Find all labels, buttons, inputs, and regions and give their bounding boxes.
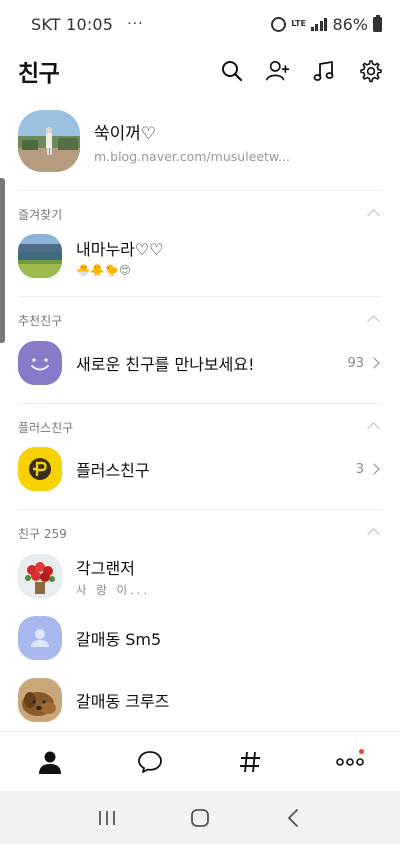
hashtag-tab[interactable] <box>230 742 270 782</box>
recent-apps-icon[interactable] <box>87 798 127 838</box>
recommend-title: 새로운 친구를 만나보세요! <box>76 355 255 374</box>
battery-icon <box>373 14 382 32</box>
friend-row[interactable]: 갈매동 Sm5 <box>18 615 382 661</box>
lte-indicator: LTE <box>291 19 306 28</box>
carrier-time: SKT 10:05 <box>31 14 114 34</box>
add-friend-icon[interactable] <box>266 59 290 83</box>
search-icon[interactable] <box>220 59 244 83</box>
more-dots-icon <box>336 757 364 766</box>
friend-avatar <box>18 234 62 278</box>
plus-friends-count: 3 <box>355 461 364 477</box>
settings-icon[interactable] <box>358 59 382 83</box>
system-nav-bar <box>0 791 400 844</box>
notification-dots: ··· <box>127 16 144 32</box>
friend-name: 갈매동 Sm5 <box>76 630 162 649</box>
friend-avatar <box>18 554 62 598</box>
divider <box>18 296 382 297</box>
my-profile[interactable]: 쑥이꺼♡ m.blog.naver.com/musuleetw... <box>18 108 382 174</box>
plus-friends-title: 플러스친구 <box>76 461 150 480</box>
section-label-recommended: 추천친구 <box>18 314 63 328</box>
plus-friend-logo-icon <box>18 447 62 491</box>
collapse-favorites-icon[interactable] <box>367 209 380 222</box>
collapse-recommended-icon[interactable] <box>367 315 380 328</box>
section-label-plus-friends: 플러스친구 <box>18 421 74 435</box>
divider <box>18 403 382 404</box>
music-icon[interactable] <box>312 59 336 83</box>
back-icon[interactable] <box>273 798 313 838</box>
alarm-icon <box>271 16 287 32</box>
profile-name: 쑥이꺼♡ <box>94 123 157 144</box>
page-title: 친구 <box>18 61 60 87</box>
collapse-plus-friends-icon[interactable] <box>367 422 380 435</box>
collapse-friends-icon[interactable] <box>367 528 380 541</box>
friend-status: 🐣🐥🐤😍 <box>76 262 131 277</box>
divider <box>18 190 382 191</box>
friends-tab[interactable] <box>30 742 70 782</box>
home-icon[interactable] <box>180 798 220 838</box>
favorite-friend-row[interactable]: 내마누라♡♡ 🐣🐥🐤😍 <box>18 233 382 279</box>
profile-status-message: m.blog.naver.com/musuleetw... <box>94 148 290 164</box>
default-avatar-icon <box>18 616 62 660</box>
friend-name: 갈매동 크루즈 <box>76 692 170 711</box>
hashtag-icon <box>240 751 260 772</box>
app-header: 친구 <box>0 48 400 94</box>
smile-icon <box>18 341 62 385</box>
edge-panel-handle[interactable] <box>0 178 5 343</box>
more-tab[interactable] <box>330 742 370 782</box>
new-badge-dot <box>359 748 364 754</box>
status-bar: SKT 10:05 ··· LTE 86% <box>0 0 400 48</box>
chat-bubble-icon <box>138 750 162 773</box>
chevron-right-icon <box>368 463 380 475</box>
bottom-tab-bar <box>0 731 400 791</box>
chats-tab[interactable] <box>130 742 170 782</box>
plus-friends-row[interactable]: 플러스친구 3 <box>18 446 382 492</box>
signal-icon <box>310 17 328 31</box>
divider <box>18 509 382 510</box>
chevron-right-icon <box>368 357 380 369</box>
friend-avatar <box>18 678 62 722</box>
friend-row[interactable]: 갈매동 크루즈 <box>18 677 382 723</box>
profile-avatar[interactable] <box>18 110 80 172</box>
section-label-friends: 친구 259 <box>18 527 67 541</box>
person-icon <box>39 751 61 774</box>
section-label-favorites: 즐겨찾기 <box>18 208 63 222</box>
battery-percent: 86% <box>332 14 368 34</box>
recommended-friends-row[interactable]: 새로운 친구를 만나보세요! 93 <box>18 340 382 386</box>
friend-status: 사 랑 이... <box>76 582 151 597</box>
friend-name: 각그랜저 <box>76 558 135 578</box>
friend-name: 내마누라♡♡ <box>76 239 164 259</box>
recommend-count: 93 <box>347 355 364 371</box>
friend-row[interactable]: 각그랜저 사 랑 이... <box>18 553 382 599</box>
